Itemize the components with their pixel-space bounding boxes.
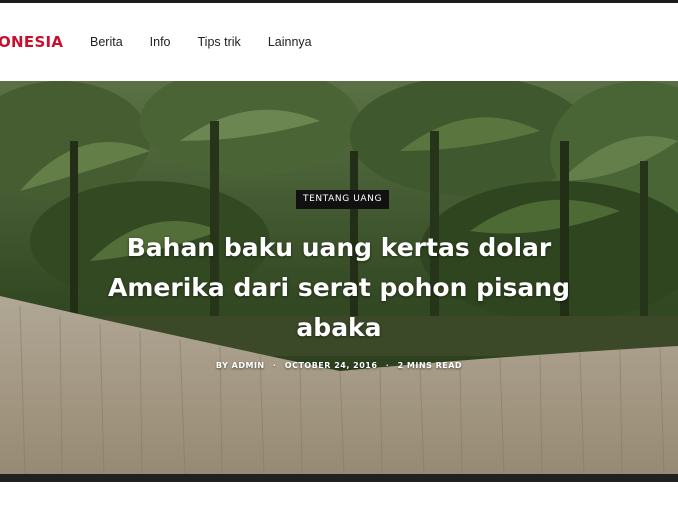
- post-title[interactable]: Bahan baku uang kertas dolar Amerika dar…: [100, 228, 578, 348]
- meta-separator-dot: ·: [385, 361, 390, 370]
- post-read-time: 2 MINS READ: [397, 361, 463, 370]
- post-author-link[interactable]: BY ADMIN: [216, 361, 265, 370]
- nav-item-info[interactable]: Info: [150, 35, 171, 49]
- bottom-dark-bar: [0, 474, 678, 482]
- nav-item-berita[interactable]: Berita: [90, 35, 123, 49]
- meta-separator-dot: ·: [272, 361, 277, 370]
- site-header: ONESIA Berita Info Tips trik Lainnya: [0, 3, 678, 81]
- nav-item-tips-trik[interactable]: Tips trik: [198, 35, 241, 49]
- featured-post-hero[interactable]: TENTANG UANG Bahan baku uang kertas dola…: [0, 81, 678, 474]
- site-logo[interactable]: ONESIA: [0, 33, 63, 51]
- category-badge[interactable]: TENTANG UANG: [296, 190, 390, 209]
- post-meta: BY ADMIN · OCTOBER 24, 2016 · 2 MINS REA…: [0, 361, 678, 370]
- nav-item-lainnya[interactable]: Lainnya: [268, 35, 312, 49]
- main-nav: Berita Info Tips trik Lainnya: [90, 35, 339, 49]
- post-date-link[interactable]: OCTOBER 24, 2016: [285, 361, 378, 370]
